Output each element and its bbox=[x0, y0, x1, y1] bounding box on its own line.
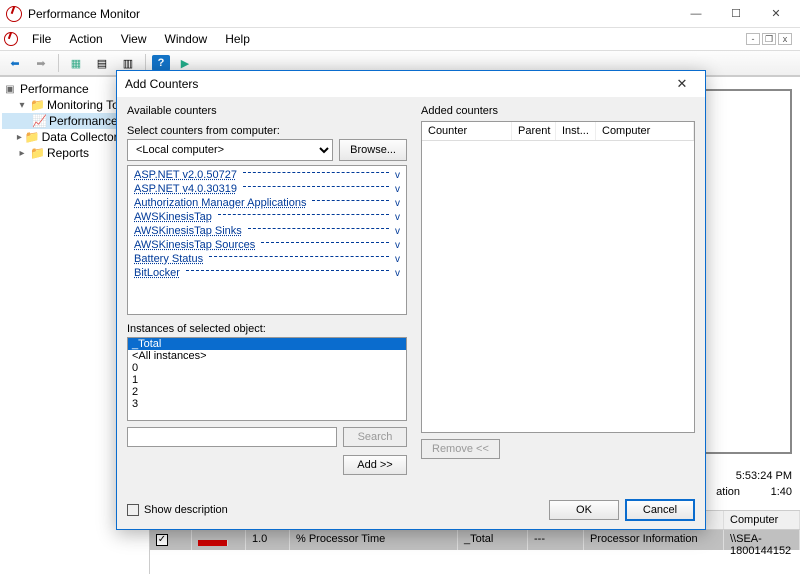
counter-category-item[interactable]: AWSKinesisTap Sinksv bbox=[128, 224, 406, 238]
mdi-minimize[interactable]: - bbox=[746, 33, 760, 45]
chevron-down-icon: v bbox=[395, 226, 400, 237]
available-counters-label: Available counters bbox=[127, 105, 407, 117]
instance-item[interactable]: <All instances> bbox=[128, 350, 406, 362]
mdi-restore[interactable]: ❐ bbox=[762, 33, 776, 45]
menu-window[interactable]: Window bbox=[157, 30, 216, 48]
counter-category-item[interactable]: BitLockerv bbox=[128, 266, 406, 280]
remove-button[interactable]: Remove << bbox=[421, 439, 500, 459]
row-show-checkbox[interactable]: ✓ bbox=[156, 534, 168, 546]
instance-item[interactable]: 0 bbox=[128, 362, 406, 374]
counter-category-item[interactable]: AWSKinesisTap Sourcesv bbox=[128, 238, 406, 252]
properties-button[interactable]: ▤ bbox=[91, 53, 113, 73]
menu-action[interactable]: Action bbox=[61, 30, 110, 48]
cancel-button[interactable]: Cancel bbox=[625, 499, 695, 521]
app-icon-small bbox=[4, 32, 18, 46]
chevron-down-icon: v bbox=[395, 170, 400, 181]
show-description-checkbox[interactable] bbox=[127, 504, 139, 516]
duration-row: ation 1:40 bbox=[716, 486, 792, 498]
search-button[interactable]: Search bbox=[343, 427, 407, 447]
maximize-button[interactable]: ☐ bbox=[716, 1, 756, 27]
title-bar: Performance Monitor — ☐ ✕ bbox=[0, 0, 800, 28]
added-counters-label: Added counters bbox=[421, 105, 695, 117]
app-icon bbox=[6, 6, 22, 22]
help-button[interactable]: ? bbox=[152, 55, 170, 71]
select-computer-label: Select counters from computer: bbox=[127, 125, 407, 137]
minimize-button[interactable]: — bbox=[676, 1, 716, 27]
back-button[interactable]: ⬅ bbox=[4, 53, 26, 73]
mdi-close[interactable]: x bbox=[778, 33, 792, 45]
chevron-down-icon: v bbox=[395, 212, 400, 223]
dialog-titlebar: Add Counters ✕ bbox=[117, 71, 705, 97]
counter-grid-row[interactable]: ✓ 1.0 % Processor Time _Total --- Proces… bbox=[150, 530, 800, 550]
mdi-controls: - ❐ x bbox=[746, 33, 796, 45]
counter-category-item[interactable]: ASP.NET v2.0.50727v bbox=[128, 168, 406, 182]
counter-category-item[interactable]: Battery Statusv bbox=[128, 252, 406, 266]
menu-help[interactable]: Help bbox=[217, 30, 258, 48]
computer-combobox[interactable]: <Local computer> bbox=[127, 139, 333, 161]
counter-category-item[interactable]: Authorization Manager Applicationsv bbox=[128, 196, 406, 210]
chevron-down-icon: v bbox=[395, 240, 400, 251]
ok-button[interactable]: OK bbox=[549, 500, 619, 520]
show-hide-tree-button[interactable]: ▦ bbox=[65, 53, 87, 73]
add-counters-dialog: Add Counters ✕ Available counters Select… bbox=[116, 70, 706, 530]
dialog-close-button[interactable]: ✕ bbox=[667, 76, 697, 92]
show-description-label: Show description bbox=[144, 504, 228, 516]
added-counters-header: Counter Parent Inst... Computer bbox=[422, 122, 694, 141]
counter-category-item[interactable]: AWSKinesisTapv bbox=[128, 210, 406, 224]
chevron-down-icon: v bbox=[395, 254, 400, 265]
chevron-down-icon: v bbox=[395, 184, 400, 195]
menu-view[interactable]: View bbox=[113, 30, 155, 48]
add-button[interactable]: Add >> bbox=[343, 455, 407, 475]
hdr-computer[interactable]: Computer bbox=[724, 511, 800, 529]
chevron-down-icon: v bbox=[395, 268, 400, 279]
menu-bar: File Action View Window Help - ❐ x bbox=[0, 28, 800, 50]
instances-list[interactable]: _Total<All instances>0123 bbox=[127, 337, 407, 421]
added-counters-list[interactable]: Counter Parent Inst... Computer bbox=[421, 121, 695, 433]
forward-button[interactable]: ➡ bbox=[30, 53, 52, 73]
dialog-title: Add Counters bbox=[125, 77, 198, 91]
browse-button[interactable]: Browse... bbox=[339, 139, 407, 161]
instance-item[interactable]: 3 bbox=[128, 398, 406, 410]
instances-label: Instances of selected object: bbox=[127, 323, 407, 335]
instance-item[interactable]: 1 bbox=[128, 374, 406, 386]
close-button[interactable]: ✕ bbox=[756, 1, 796, 27]
instance-item[interactable]: 2 bbox=[128, 386, 406, 398]
row-color-swatch bbox=[198, 540, 228, 546]
instance-item[interactable]: _Total bbox=[128, 338, 406, 350]
chevron-down-icon: v bbox=[395, 198, 400, 209]
counter-category-item[interactable]: ASP.NET v4.0.30319v bbox=[128, 182, 406, 196]
counter-categories-list[interactable]: ASP.NET v2.0.50727vASP.NET v4.0.30319vAu… bbox=[127, 165, 407, 315]
menu-file[interactable]: File bbox=[24, 30, 59, 48]
window-title: Performance Monitor bbox=[28, 7, 676, 21]
instance-search-input[interactable] bbox=[127, 427, 337, 447]
